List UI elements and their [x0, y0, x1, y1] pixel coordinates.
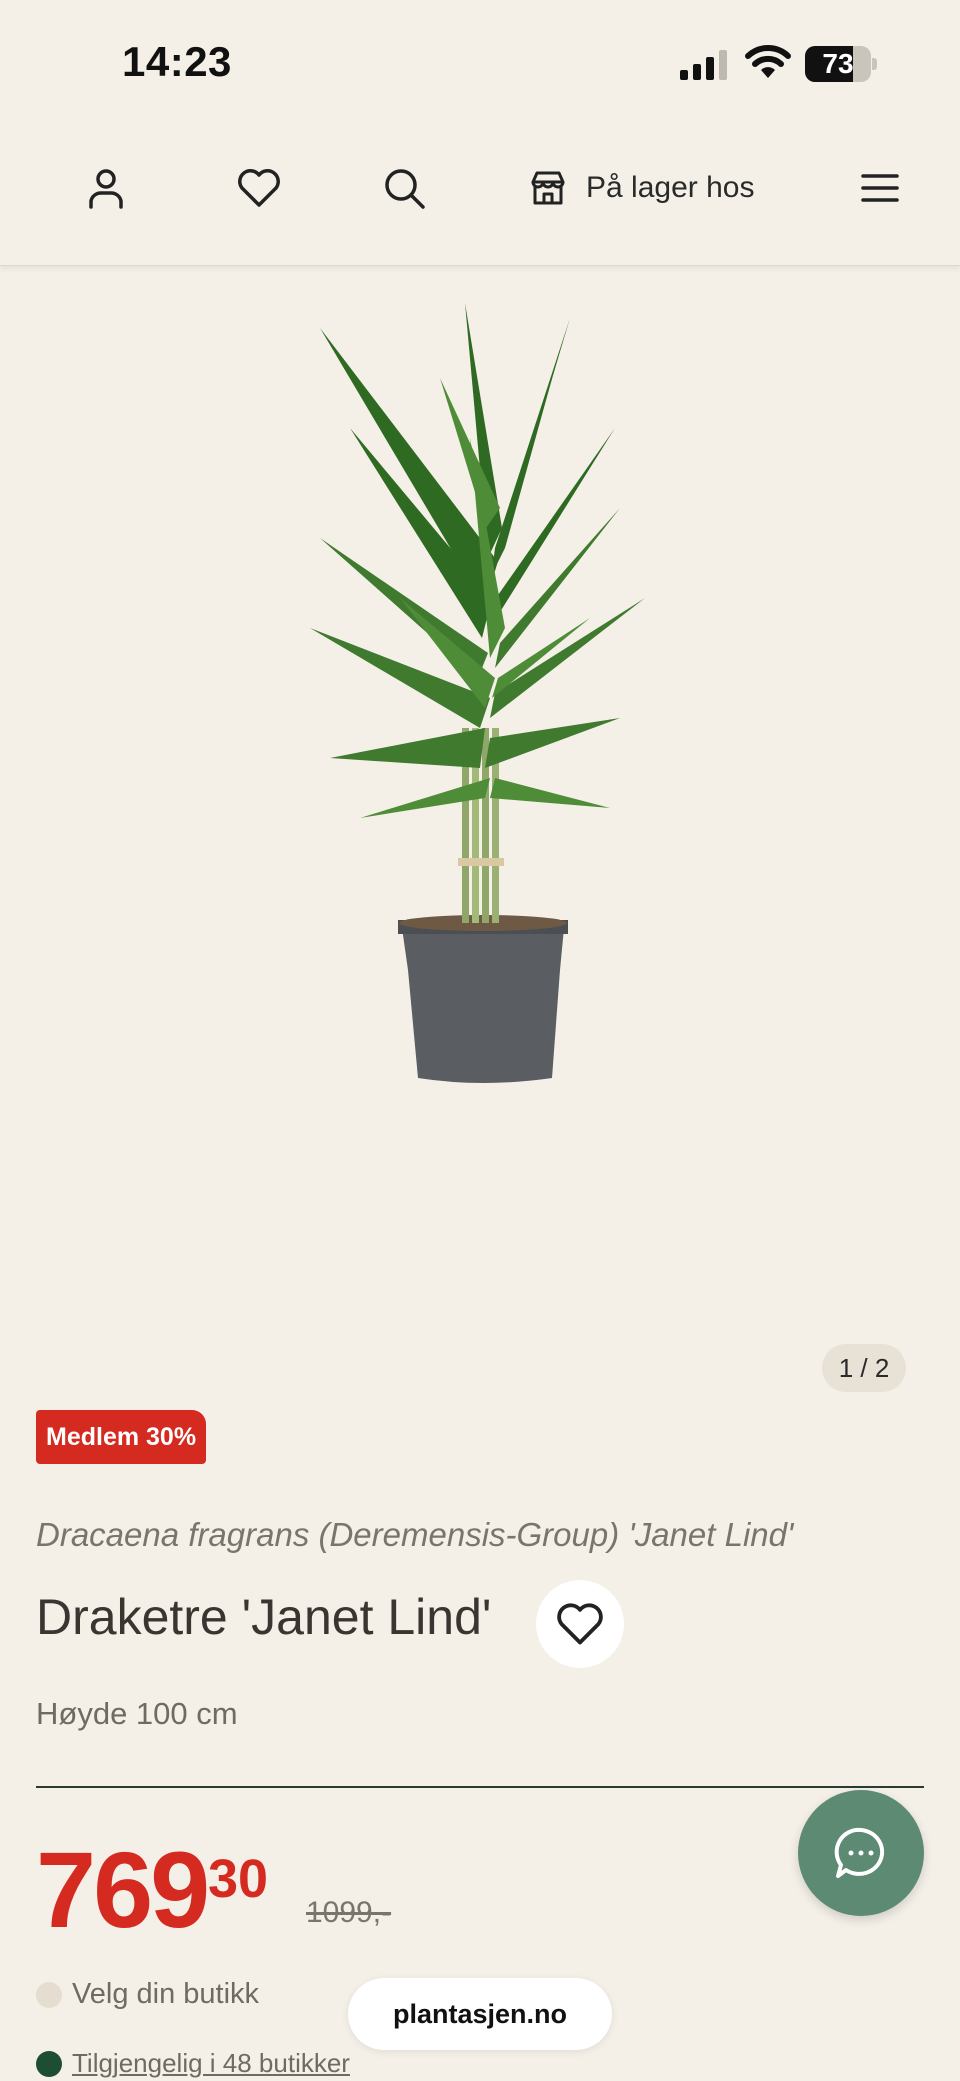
status-bar: 14:23 73	[0, 0, 960, 120]
divider	[36, 1786, 924, 1788]
stock-store-button[interactable]: På lager hos	[528, 156, 754, 220]
store-icon	[531, 171, 565, 205]
browser-address-pill[interactable]: plantasjen.no	[348, 1978, 612, 2050]
heart-icon	[557, 1603, 603, 1645]
battery-icon: 73	[805, 46, 877, 82]
status-time: 14:23	[122, 38, 232, 85]
wifi-icon	[745, 45, 791, 78]
user-icon	[89, 169, 123, 209]
product-image[interactable]	[290, 298, 660, 1088]
site-header: På lager hos	[0, 120, 960, 266]
chat-bubble-icon	[834, 1827, 885, 1878]
image-counter: 1 / 2	[822, 1344, 906, 1392]
add-to-favorites-button[interactable]	[536, 1580, 624, 1668]
chat-button[interactable]	[798, 1790, 924, 1916]
product-latin-name: Dracaena fragrans (Deremensis-Group) 'Ja…	[36, 1516, 794, 1553]
member-discount-badge: Medlem 30%	[36, 1410, 207, 1464]
battery-level: 73	[822, 48, 854, 79]
favorites-button[interactable]	[229, 158, 289, 218]
product-height: Høyde 100 cm	[36, 1696, 238, 1731]
menu-button[interactable]	[850, 158, 910, 218]
old-price: 1099,-	[306, 1896, 392, 1929]
search-button[interactable]	[374, 158, 434, 218]
heart-icon	[238, 169, 280, 207]
stock-store-label: På lager hos	[586, 171, 755, 204]
select-store[interactable]: Velg din butikk	[36, 1978, 259, 2011]
availability-link[interactable]: Tilgjengelig i 48 butikker	[36, 2048, 350, 2079]
hamburger-menu-icon	[861, 174, 899, 202]
availability-dot	[36, 2050, 62, 2077]
price-main: 769	[36, 1829, 210, 1950]
cellular-signal-icon	[680, 50, 727, 80]
price-cents: 30	[208, 1849, 269, 1909]
select-store-label: Velg din butikk	[72, 1978, 260, 2010]
store-status-dot	[36, 1981, 62, 2008]
account-button[interactable]	[76, 158, 136, 218]
product-title: Draketre 'Janet Lind'	[36, 1589, 492, 1645]
availability-label: Tilgjengelig i 48 butikker	[72, 2048, 350, 2078]
search-icon	[385, 169, 425, 209]
